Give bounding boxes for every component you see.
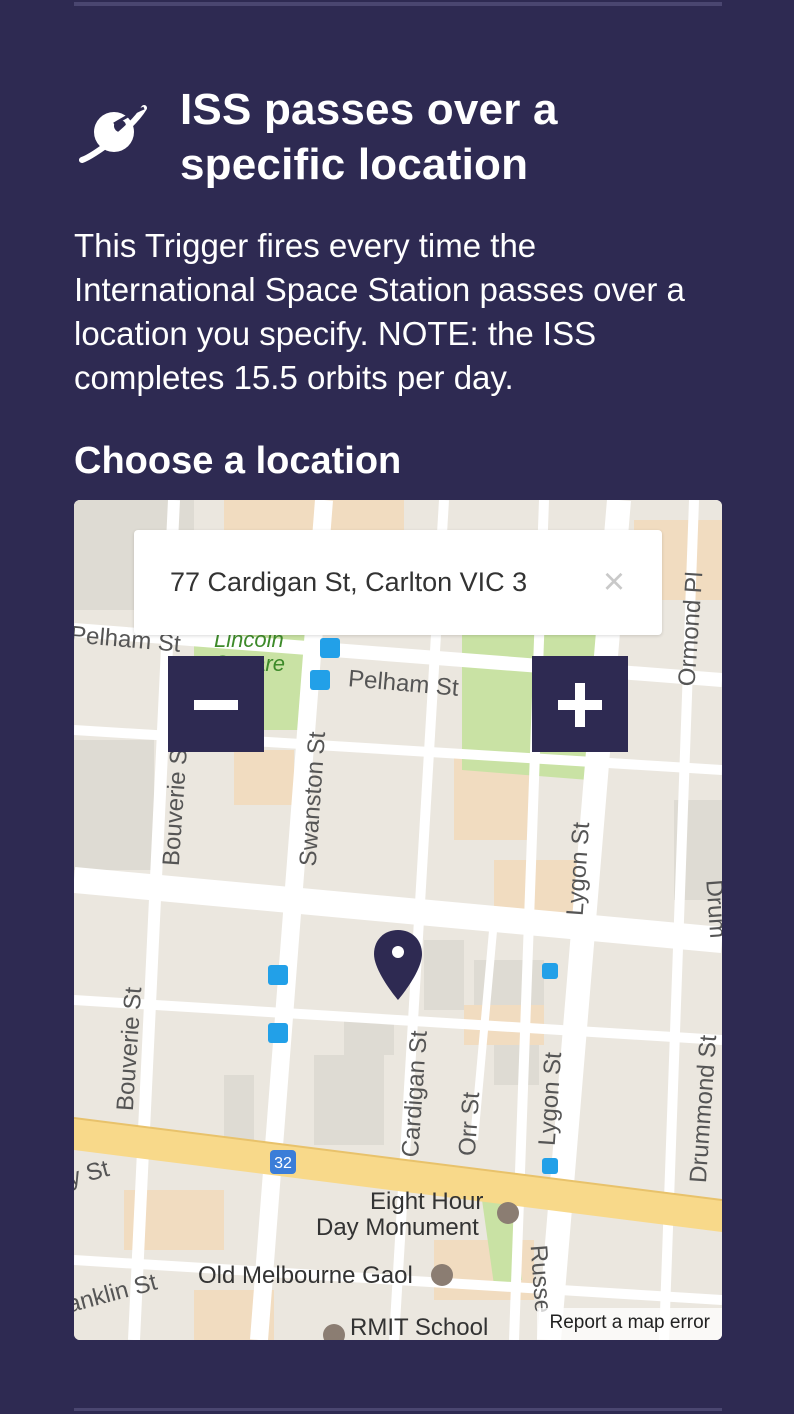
street-label-drum-partial: Drum [700, 878, 722, 940]
report-map-error-link[interactable]: Report a map error [537, 1308, 722, 1340]
trigger-description: This Trigger fires every time the Intern… [74, 227, 685, 396]
location-map[interactable]: 32 Pelham St Pelham St Swanston St Bouve… [74, 500, 722, 1340]
minus-icon [194, 700, 238, 710]
location-search-input[interactable] [170, 558, 570, 606]
bottom-divider [74, 1408, 722, 1411]
poi-eight-hour-line1: Eight Hour [370, 1188, 484, 1215]
zoom-in-button[interactable] [532, 656, 628, 752]
location-pin-icon[interactable] [372, 928, 424, 1002]
trigger-title: ISS passes over a specific location [180, 85, 558, 189]
location-search-box: × [134, 530, 662, 635]
route-32-label: 32 [274, 1155, 292, 1172]
top-divider [74, 2, 722, 6]
poi-rmit-school: RMIT School [350, 1314, 489, 1340]
street-label-russell: Russe [524, 1244, 557, 1314]
planet-icon [79, 105, 147, 163]
location-field-label: Choose a location [74, 440, 402, 482]
poi-old-melbourne-gaol: Old Melbourne Gaol [198, 1262, 413, 1289]
zoom-out-button[interactable] [168, 656, 264, 752]
poi-eight-hour-line2: Day Monument [316, 1214, 479, 1241]
street-label-orr: Orr St [453, 1091, 486, 1157]
clear-icon[interactable]: × [596, 563, 632, 601]
